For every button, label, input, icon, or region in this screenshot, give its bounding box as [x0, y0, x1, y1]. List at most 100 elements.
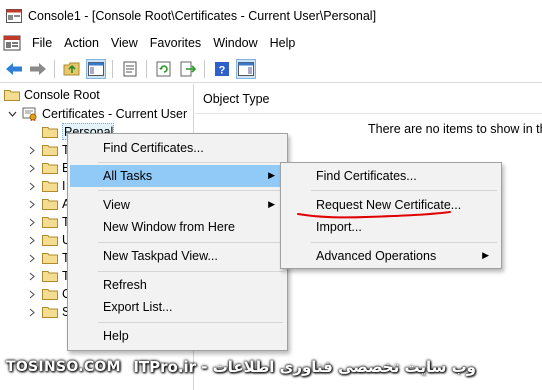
tree-item-intermediate[interactable]: I: [26, 177, 65, 195]
menu-separator: [98, 162, 283, 163]
menu-separator: [98, 242, 283, 243]
refresh-icon[interactable]: [154, 59, 174, 79]
chevron-right-icon[interactable]: [26, 198, 38, 210]
chevron-right-icon[interactable]: [26, 144, 38, 156]
chevron-right-icon[interactable]: [26, 180, 38, 192]
tree-item-client-auth[interactable]: C: [26, 285, 71, 303]
menu-item-label: Find Certificates...: [316, 169, 417, 183]
folder-icon: [42, 181, 58, 192]
watermark-bar: TOSINSO.COM وب سایت تخصصی فناوری اطلاعات…: [0, 355, 542, 390]
folder-icon: [42, 127, 58, 138]
menu-window[interactable]: Window: [207, 32, 263, 54]
menu-item-label: Advanced Operations: [316, 249, 437, 263]
chevron-down-icon[interactable]: [6, 108, 18, 120]
tree-label-console-root: Console Root: [24, 88, 100, 102]
menu-separator: [98, 322, 283, 323]
menu-item-label: Import...: [316, 220, 362, 234]
tree-item-third-party[interactable]: T: [26, 249, 70, 267]
red-underline-annotation: [297, 211, 451, 219]
menu-separator: [311, 190, 497, 191]
menu-item-find-certificates[interactable]: Find Certificates...: [70, 137, 285, 159]
menu-item-new-taskpad[interactable]: New Taskpad View...: [70, 245, 285, 267]
menu-item-label: Find Certificates...: [103, 141, 204, 155]
submenu-arrow-icon: ▶: [268, 199, 275, 209]
menu-separator: [98, 271, 283, 272]
menu-bar: File Action View Favorites Window Help: [0, 32, 542, 54]
toolbar-separator: [146, 60, 147, 78]
tree-item-enterprise-trust[interactable]: E: [26, 159, 70, 177]
menu-item-label: Refresh: [103, 278, 147, 292]
chevron-right-icon[interactable]: [26, 162, 38, 174]
up-folder-icon[interactable]: [62, 59, 82, 79]
menu-item-refresh[interactable]: Refresh: [70, 274, 285, 296]
context-menu: Find Certificates... All Tasks ▶ View ▶ …: [67, 133, 288, 351]
watermark-left-text: TOSINSO.COM: [6, 359, 121, 375]
mmc-app-icon[interactable]: [3, 35, 21, 51]
submenu-arrow-icon: ▶: [268, 170, 275, 180]
submenu-item-find-certificates[interactable]: Find Certificates...: [283, 165, 499, 187]
tree-item-trusted-people[interactable]: T: [26, 267, 70, 285]
export-list-icon[interactable]: [178, 59, 198, 79]
empty-list-message: There are no items to show in thi: [368, 122, 542, 136]
folder-icon: [42, 163, 58, 174]
menu-item-label: Export List...: [103, 300, 173, 314]
folder-icon: [42, 271, 58, 282]
header-divider: [195, 113, 542, 114]
show-hide-action-pane-icon[interactable]: [236, 59, 256, 79]
show-hide-tree-icon[interactable]: [86, 59, 106, 79]
column-header-object-type[interactable]: Object Type: [203, 92, 269, 106]
menu-item-new-window[interactable]: New Window from Here: [70, 216, 285, 238]
submenu-arrow-icon: ▶: [482, 250, 489, 260]
folder-icon: [42, 199, 58, 210]
menu-separator: [98, 190, 283, 191]
folder-icon: [4, 90, 20, 101]
submenu-item-advanced-operations[interactable]: Advanced Operations ▶: [283, 245, 499, 267]
menu-item-view[interactable]: View ▶: [70, 194, 285, 216]
chevron-right-icon[interactable]: [26, 288, 38, 300]
folder-icon: [42, 307, 58, 318]
menu-item-label: View: [103, 198, 130, 212]
properties-icon[interactable]: [120, 59, 140, 79]
menu-separator: [311, 242, 497, 243]
title-bar: Console1 - [Console Root\Certificates - …: [0, 0, 542, 32]
toolbar: ?: [0, 56, 542, 83]
folder-icon: [42, 235, 58, 246]
menu-item-label: New Window from Here: [103, 220, 235, 234]
folder-icon: [42, 217, 58, 228]
tree-item-console-root[interactable]: Console Root: [4, 86, 100, 104]
back-arrow-icon[interactable]: [4, 59, 24, 79]
menu-action[interactable]: Action: [58, 32, 105, 54]
chevron-right-icon[interactable]: [26, 306, 38, 318]
svg-text:?: ?: [219, 65, 226, 77]
watermark-right-text: وب سایت تخصصی فناوری اطلاعات - ITPro.ir: [133, 358, 476, 376]
menu-view[interactable]: View: [105, 32, 144, 54]
toolbar-separator: [54, 60, 55, 78]
tree-label-child: I: [62, 179, 66, 193]
chevron-right-icon[interactable]: [26, 216, 38, 228]
menu-item-all-tasks[interactable]: All Tasks ▶: [70, 165, 285, 187]
menu-favorites[interactable]: Favorites: [144, 32, 207, 54]
forward-arrow-icon[interactable]: [28, 59, 48, 79]
chevron-right-icon[interactable]: [26, 252, 38, 264]
folder-icon: [42, 289, 58, 300]
menu-item-label: All Tasks: [103, 169, 153, 183]
menu-item-label: Help: [103, 329, 129, 343]
tree-item-certificates[interactable]: Certificates - Current User: [6, 105, 187, 123]
menu-help[interactable]: Help: [264, 32, 302, 54]
chevron-right-icon[interactable]: [26, 270, 38, 282]
tree-item-active-directory[interactable]: A: [26, 195, 70, 213]
help-icon[interactable]: ?: [212, 59, 232, 79]
chevron-right-icon[interactable]: [26, 234, 38, 246]
toolbar-separator: [204, 60, 205, 78]
tree-item-trusted-root[interactable]: T: [26, 141, 70, 159]
tree-item-trusted-publishers[interactable]: T: [26, 213, 70, 231]
menu-file[interactable]: File: [26, 32, 58, 54]
folder-icon: [42, 145, 58, 156]
menu-item-help[interactable]: Help: [70, 325, 285, 347]
toolbar-separator: [112, 60, 113, 78]
menu-item-export-list[interactable]: Export List...: [70, 296, 285, 318]
tree-label-certificates: Certificates - Current User: [42, 107, 188, 121]
menu-item-label: New Taskpad View...: [103, 249, 218, 263]
tree-item-smart-card[interactable]: S: [26, 303, 70, 321]
tree-item-untrusted[interactable]: U: [26, 231, 71, 249]
